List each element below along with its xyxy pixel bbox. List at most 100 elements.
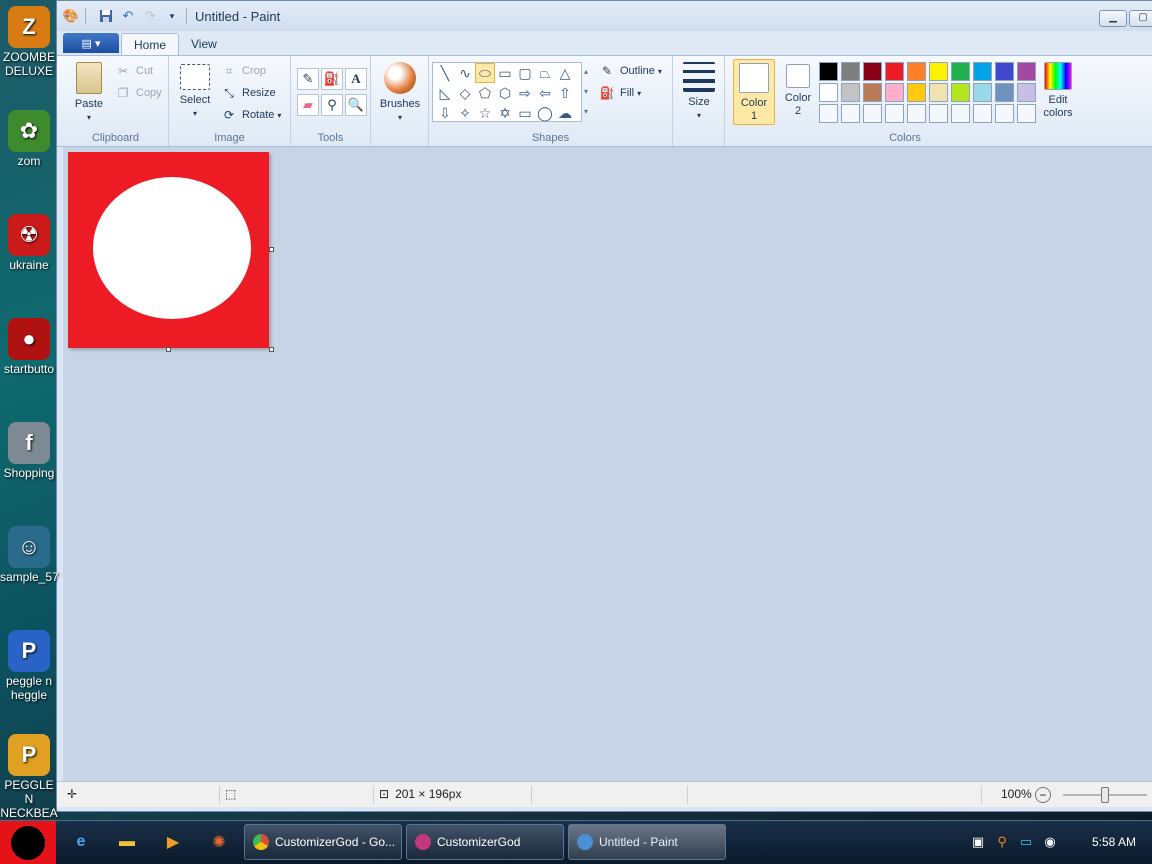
eraser-icon[interactable]: ▰ xyxy=(297,94,319,116)
paint-app-icon[interactable]: 🎨 xyxy=(63,8,79,24)
file-explorer-icon[interactable]: ▬ xyxy=(114,829,140,855)
palette-swatch[interactable] xyxy=(929,62,948,81)
canvas-area[interactable] xyxy=(63,147,1152,781)
rectangle-shape-icon[interactable]: ▭ xyxy=(495,63,515,83)
line-shape-icon[interactable]: ╲ xyxy=(435,63,455,83)
tray-display-icon[interactable]: ▭ xyxy=(1018,834,1034,850)
five-point-star-shape-icon[interactable]: ☆ xyxy=(475,103,495,123)
four-point-star-shape-icon[interactable]: ✧ xyxy=(455,103,475,123)
palette-swatch[interactable] xyxy=(819,83,838,102)
palette-swatch-empty[interactable] xyxy=(907,104,926,123)
paint-quicklaunch-icon[interactable]: ✺ xyxy=(206,829,232,855)
taskbar-chrome[interactable]: CustomizerGod - Go... xyxy=(244,824,402,860)
palette-swatch[interactable] xyxy=(951,62,970,81)
palette-swatch-empty[interactable] xyxy=(995,104,1014,123)
brushes-button[interactable]: Brushes ▾ xyxy=(377,62,423,124)
outline-button[interactable]: ✎ Outline ▾ xyxy=(599,62,662,80)
palette-swatch-empty[interactable] xyxy=(973,104,992,123)
oval-shape-icon[interactable]: ⬭ xyxy=(475,63,495,83)
copy-button[interactable]: ❐ Copy xyxy=(115,84,162,102)
palette-swatch[interactable] xyxy=(929,83,948,102)
shapes-scroll[interactable]: ▴ ▾ ▾ xyxy=(581,62,591,122)
palette-swatch[interactable] xyxy=(863,83,882,102)
fill-bucket-icon[interactable]: ⛽ xyxy=(321,68,343,90)
diamond-shape-icon[interactable]: ◇ xyxy=(455,83,475,103)
taskbar-paint[interactable]: Untitled - Paint xyxy=(568,824,726,860)
tray-search-icon[interactable]: ⚲ xyxy=(994,834,1010,850)
desktop-icon-sample[interactable]: ☺ sample_57 xyxy=(0,526,59,584)
right-triangle-shape-icon[interactable]: ◺ xyxy=(435,83,455,103)
resize-handle-bottom[interactable] xyxy=(166,347,171,352)
palette-swatch[interactable] xyxy=(973,62,992,81)
palette-swatch[interactable] xyxy=(885,62,904,81)
palette-swatch[interactable] xyxy=(1017,83,1036,102)
left-arrow-shape-icon[interactable]: ⇦ xyxy=(535,83,555,103)
palette-swatch[interactable] xyxy=(973,83,992,102)
palette-swatch-empty[interactable] xyxy=(819,104,838,123)
size-button[interactable]: Size ▾ xyxy=(679,62,719,122)
desktop-icon-startbutton[interactable]: ● startbutto xyxy=(0,318,58,376)
crop-button[interactable]: ⌗ Crop xyxy=(221,62,266,80)
palette-swatch-empty[interactable] xyxy=(929,104,948,123)
desktop-icon-ukraine[interactable]: ☢ ukraine xyxy=(0,214,58,272)
palette-swatch[interactable] xyxy=(1017,62,1036,81)
pentagon-shape-icon[interactable]: ⬠ xyxy=(475,83,495,103)
zoom-slider-thumb[interactable] xyxy=(1101,787,1109,803)
rounded-callout-shape-icon[interactable]: ▭ xyxy=(515,103,535,123)
edit-colors-button[interactable]: Edit colors xyxy=(1039,62,1077,120)
cloud-callout-shape-icon[interactable]: ☁ xyxy=(555,103,575,123)
select-button[interactable]: Select ▾ xyxy=(175,64,215,120)
triangle-shape-icon[interactable]: △ xyxy=(555,63,575,83)
paste-button[interactable]: Paste ▾ xyxy=(69,62,109,124)
palette-swatch[interactable] xyxy=(995,62,1014,81)
palette-swatch[interactable] xyxy=(907,83,926,102)
resize-button[interactable]: ⤡ Resize xyxy=(221,84,275,102)
up-arrow-shape-icon[interactable]: ⇧ xyxy=(555,83,575,103)
fill-button[interactable]: ⛽ Fill ▾ xyxy=(599,84,642,102)
palette-swatch[interactable] xyxy=(995,83,1014,102)
media-player-icon[interactable]: ▶ xyxy=(160,829,186,855)
undo-icon[interactable]: ↶ xyxy=(120,8,136,24)
oval-callout-shape-icon[interactable]: ◯ xyxy=(535,103,555,123)
polygon-shape-icon[interactable]: ⏢ xyxy=(535,63,555,83)
cut-button[interactable]: ✂ Cut xyxy=(115,62,153,80)
rounded-rectangle-shape-icon[interactable]: ▢ xyxy=(515,63,535,83)
desktop-icon-zom[interactable]: ✿ zom xyxy=(0,110,58,168)
palette-swatch[interactable] xyxy=(841,83,860,102)
palette-swatch-empty[interactable] xyxy=(1017,104,1036,123)
rotate-button[interactable]: ⟳ Rotate ▾ xyxy=(221,106,281,124)
tab-view[interactable]: View xyxy=(179,33,229,55)
tab-home[interactable]: Home xyxy=(121,33,180,55)
desktop-icon-peggle-neckbeard[interactable]: P PEGGLE N NECKBEA xyxy=(0,734,58,820)
curve-shape-icon[interactable]: ∿ xyxy=(455,63,475,83)
palette-swatch[interactable] xyxy=(841,62,860,81)
desktop-icon-zoombe[interactable]: Z ZOOMBE DELUXE xyxy=(0,6,58,78)
start-button[interactable] xyxy=(0,821,56,864)
resize-handle-right[interactable] xyxy=(269,247,274,252)
save-icon[interactable] xyxy=(98,8,114,24)
internet-explorer-icon[interactable]: e xyxy=(68,829,94,855)
text-icon[interactable]: A xyxy=(345,68,367,90)
redo-icon[interactable]: ↷ xyxy=(142,8,158,24)
down-arrow-shape-icon[interactable]: ⇩ xyxy=(435,103,455,123)
resize-handle-corner[interactable] xyxy=(269,347,274,352)
customize-quick-access-icon[interactable]: ▾ xyxy=(164,8,180,24)
drawing-canvas[interactable] xyxy=(68,152,269,348)
paint-menu-button[interactable]: ▤ ▾ xyxy=(63,33,119,53)
palette-swatch-empty[interactable] xyxy=(863,104,882,123)
minimize-button[interactable]: ▁ xyxy=(1099,10,1127,27)
tray-network-icon[interactable]: ▣ xyxy=(970,834,986,850)
six-point-star-shape-icon[interactable]: ✡ xyxy=(495,103,515,123)
maximize-button[interactable]: ▢ xyxy=(1129,10,1152,27)
palette-swatch[interactable] xyxy=(907,62,926,81)
tray-volume-icon[interactable]: ◉ xyxy=(1042,834,1058,850)
palette-swatch[interactable] xyxy=(819,62,838,81)
palette-swatch-empty[interactable] xyxy=(885,104,904,123)
color1-button[interactable]: Color 1 xyxy=(733,59,775,125)
palette-swatch-empty[interactable] xyxy=(951,104,970,123)
color2-button[interactable]: Color 2 xyxy=(779,62,817,118)
palette-swatch[interactable] xyxy=(951,83,970,102)
taskbar-clock[interactable]: 5:58 AM xyxy=(1092,835,1136,849)
magnifier-icon[interactable]: 🔍 xyxy=(345,94,367,116)
desktop-icon-peggle[interactable]: Ppeggle n heggle xyxy=(0,630,58,702)
